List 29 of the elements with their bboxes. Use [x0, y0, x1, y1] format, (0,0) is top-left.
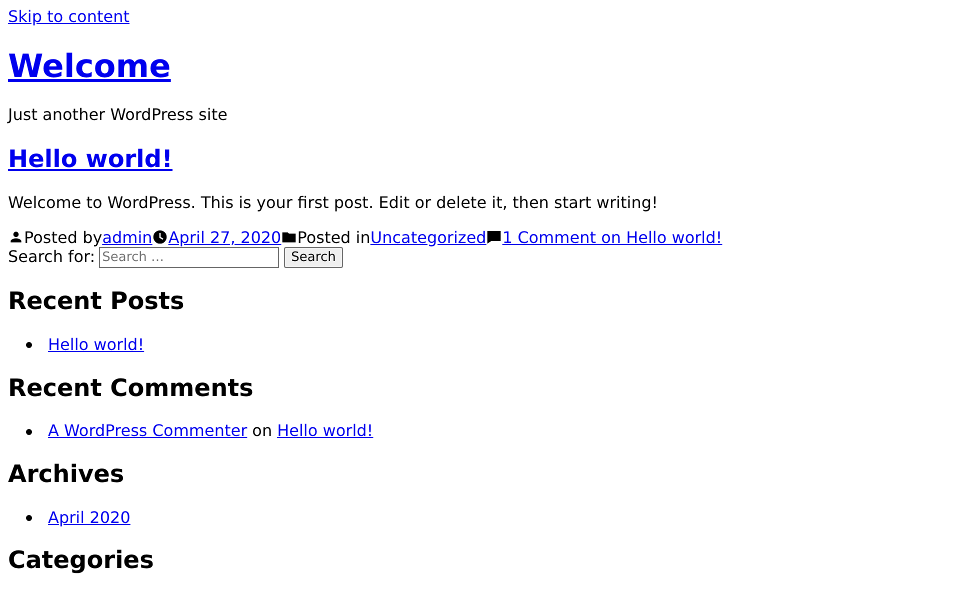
widget-link[interactable]: A WordPress Commenter [48, 422, 248, 441]
widget-title: Recent Comments [8, 374, 254, 402]
post-excerpt: Welcome to WordPress. This is your first post. Edit or delete it, then start writing! [8, 194, 659, 213]
widget-title: Archives [8, 460, 126, 489]
search-button[interactable]: Search [284, 247, 343, 268]
site-title[interactable]: Welcome [8, 46, 171, 85]
person-icon [8, 228, 24, 245]
post-title[interactable]: Hello world! [8, 145, 173, 174]
site-tagline: Just another WordPress site [8, 106, 228, 124]
comments-link[interactable]: 1 Comment on Hello world! [502, 228, 722, 247]
widget-link[interactable]: Hello world! [48, 336, 144, 354]
search-field[interactable]: Search … [99, 247, 280, 268]
comment-icon [486, 228, 502, 245]
skip-link[interactable]: Skip to content [8, 7, 130, 26]
widget-link[interactable]: April 2020 [48, 508, 130, 528]
bullet-icon [26, 514, 32, 521]
clock-icon [152, 228, 168, 245]
posted-by-label: Posted by [24, 228, 102, 247]
date-link[interactable]: April 27, 2020 [168, 228, 282, 247]
bullet-icon [26, 342, 32, 348]
widget-link[interactable]: Hello world! [277, 422, 374, 441]
search-label: Search for: [8, 248, 96, 267]
widget-title: Recent Posts [8, 288, 186, 316]
widget-text: on [252, 422, 272, 441]
author-link[interactable]: admin [102, 228, 152, 247]
bullet-icon [26, 428, 32, 435]
posted-in-label: Posted in [297, 228, 370, 247]
widget-title: Categories [8, 547, 155, 576]
category-link[interactable]: Uncategorized [370, 228, 486, 247]
